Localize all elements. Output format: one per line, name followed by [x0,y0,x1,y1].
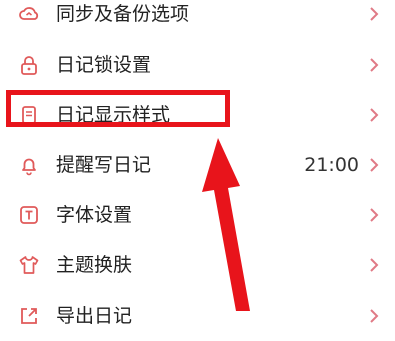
annotation-arrow [202,138,250,311]
